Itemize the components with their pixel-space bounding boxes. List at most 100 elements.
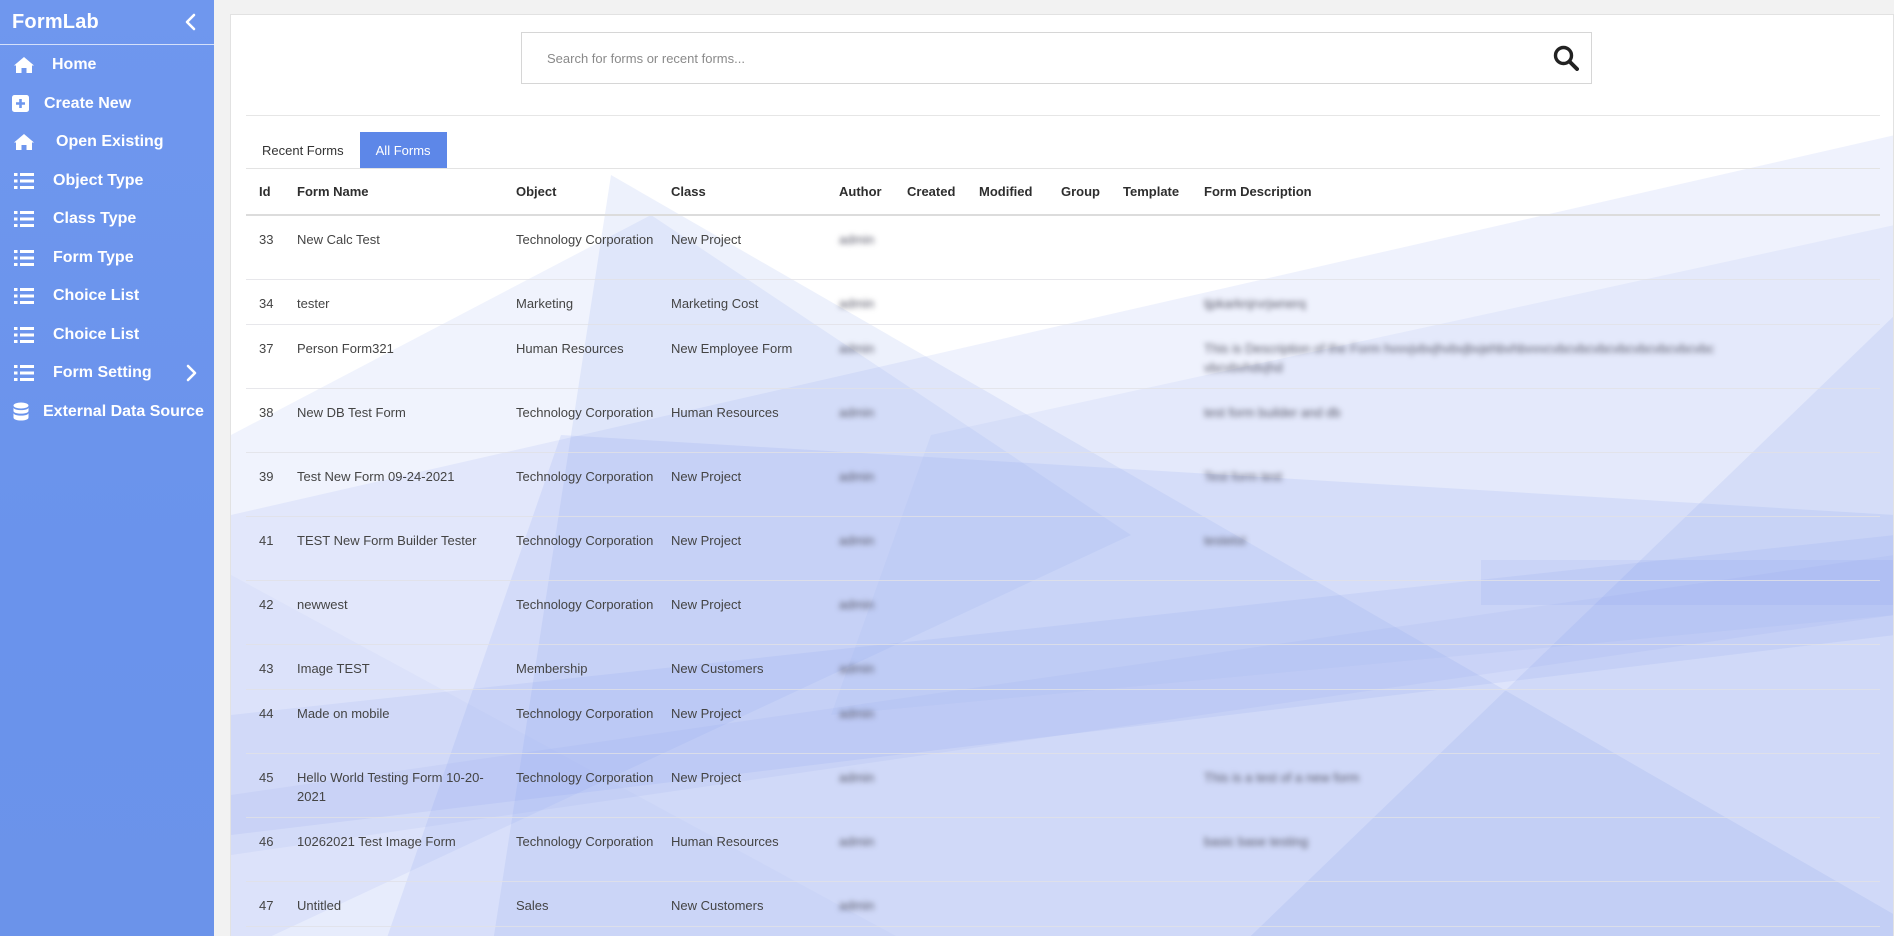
sidebar-item-label: Choice List — [53, 287, 140, 305]
column-header-group[interactable]: Group — [1048, 169, 1110, 216]
cell-description — [1191, 644, 1880, 690]
column-header-modified[interactable]: Modified — [966, 169, 1048, 216]
cell-group — [1048, 452, 1110, 517]
search-icon[interactable] — [1541, 33, 1591, 83]
cell-created — [894, 580, 966, 645]
cell-id: 47 — [246, 881, 284, 927]
cell-modified — [966, 580, 1048, 645]
cell-modified — [966, 279, 1048, 325]
cell-form-name: Image TEST — [284, 644, 503, 690]
sidebar-item-choice-list[interactable]: Choice List — [0, 277, 214, 316]
collapse-sidebar-icon[interactable] — [180, 12, 200, 32]
tab-all-forms[interactable]: All Forms — [359, 132, 447, 168]
cell-template — [1110, 324, 1191, 389]
sidebar-item-open-existing[interactable]: Open Existing — [0, 123, 214, 162]
column-header-template[interactable]: Template — [1110, 169, 1191, 216]
cell-description: This is a test of a new form — [1191, 753, 1880, 818]
cell-form-name: Hello World Testing Form 10-20-2021 — [284, 753, 503, 818]
cell-group — [1048, 753, 1110, 818]
cell-form-name: New DB Test Form — [284, 388, 503, 453]
sidebar-item-home[interactable]: Home — [0, 46, 214, 85]
cell-id: 46 — [246, 817, 284, 882]
cell-template — [1110, 580, 1191, 645]
column-header-created[interactable]: Created — [894, 169, 966, 216]
main-content: Recent Forms All Forms Id Form Name Obje… — [214, 0, 1894, 936]
cell-form-name: Test New Form 09-24-2021 — [284, 452, 503, 517]
cell-object: Sales — [503, 881, 658, 927]
table-row[interactable]: 34 tester Marketing Marketing Cost admin… — [246, 279, 1880, 325]
home-icon — [12, 55, 36, 75]
cell-object: Technology Corporation — [503, 215, 658, 280]
cell-class: New Project — [658, 753, 826, 818]
cell-template — [1110, 817, 1191, 882]
table-row[interactable]: 37 Person Form321 Human Resources New Em… — [246, 324, 1880, 389]
cell-description — [1191, 580, 1880, 645]
cell-modified — [966, 753, 1048, 818]
table-row[interactable]: 44 Made on mobile Technology Corporation… — [246, 689, 1880, 754]
sidebar-item-label: External Data Source — [43, 402, 204, 420]
table-row[interactable]: 46 10262021 Test Image Form Technology C… — [246, 817, 1880, 882]
cell-id: 41 — [246, 516, 284, 581]
table-row[interactable]: 47 Untitled Sales New Customers admin — [246, 881, 1880, 927]
cell-description: Test form test — [1191, 452, 1880, 517]
cell-template — [1110, 689, 1191, 754]
section-divider — [246, 115, 1880, 116]
table-row[interactable]: 33 New Calc Test Technology Corporation … — [246, 215, 1880, 280]
cell-id: 42 — [246, 580, 284, 645]
cell-template — [1110, 279, 1191, 325]
sidebar-item-class-type[interactable]: Class Type — [0, 200, 214, 239]
list-icon — [12, 248, 36, 268]
column-header-form-name[interactable]: Form Name — [284, 169, 503, 216]
cell-description: tjpkarknjrvrjwnerq — [1191, 279, 1880, 325]
cell-class: New Project — [658, 516, 826, 581]
search-input[interactable] — [522, 33, 1541, 83]
cell-object: Technology Corporation — [503, 388, 658, 453]
column-header-class[interactable]: Class — [658, 169, 826, 216]
sidebar-item-object-type[interactable]: Object Type — [0, 162, 214, 201]
list-icon — [12, 363, 36, 383]
sidebar-item-external-data-source[interactable]: External Data Source — [0, 393, 214, 432]
column-header-object[interactable]: Object — [503, 169, 658, 216]
cell-form-name: 10262021 Test Image Form — [284, 817, 503, 882]
sidebar-item-label: Form Setting — [53, 364, 152, 382]
cell-object: Human Resources — [503, 324, 658, 389]
column-header-author[interactable]: Author — [826, 169, 894, 216]
sidebar-item-choice-list-2[interactable]: Choice List — [0, 316, 214, 355]
table-row[interactable]: 45 Hello World Testing Form 10-20-2021 T… — [246, 753, 1880, 818]
table-header-row: Id Form Name Object Class Author Created… — [246, 169, 1880, 216]
sidebar-item-create-new[interactable]: Create New — [0, 85, 214, 124]
table-row[interactable]: 41 TEST New Form Builder Tester Technolo… — [246, 516, 1880, 581]
forms-panel: Recent Forms All Forms Id Form Name Obje… — [230, 14, 1894, 936]
cell-form-name: Person Form321 — [284, 324, 503, 389]
chevron-right-icon[interactable] — [186, 364, 198, 387]
cell-class: New Project — [658, 215, 826, 280]
sidebar-item-label: Class Type — [53, 210, 137, 228]
column-header-id[interactable]: Id — [246, 169, 284, 216]
cell-id: 34 — [246, 279, 284, 325]
cell-created — [894, 881, 966, 927]
cell-created — [894, 817, 966, 882]
cell-description — [1191, 881, 1880, 927]
cell-template — [1110, 644, 1191, 690]
cell-modified — [966, 881, 1048, 927]
sidebar-item-label: Home — [52, 56, 97, 74]
cell-form-name: Made on mobile — [284, 689, 503, 754]
cell-author: admin — [826, 753, 894, 818]
column-header-form-description[interactable]: Form Description — [1191, 169, 1880, 216]
cell-object: Marketing — [503, 279, 658, 325]
cell-class: New Employee Form — [658, 324, 826, 389]
cell-form-name: Untitled — [284, 881, 503, 927]
table-row[interactable]: 43 Image TEST Membership New Customers a… — [246, 644, 1880, 690]
tab-recent-forms[interactable]: Recent Forms — [246, 132, 360, 168]
sidebar-item-label: Create New — [44, 94, 132, 112]
table-row[interactable]: 42 newwest Technology Corporation New Pr… — [246, 580, 1880, 645]
cell-group — [1048, 324, 1110, 389]
cell-modified — [966, 644, 1048, 690]
table-row[interactable]: 38 New DB Test Form Technology Corporati… — [246, 388, 1880, 453]
sidebar-item-form-setting[interactable]: Form Setting — [0, 354, 214, 393]
table-row[interactable]: 39 Test New Form 09-24-2021 Technology C… — [246, 452, 1880, 517]
cell-class: New Customers — [658, 644, 826, 690]
cell-author: admin — [826, 452, 894, 517]
sidebar-item-form-type[interactable]: Form Type — [0, 239, 214, 278]
sidebar-item-label: Object Type — [53, 171, 144, 189]
